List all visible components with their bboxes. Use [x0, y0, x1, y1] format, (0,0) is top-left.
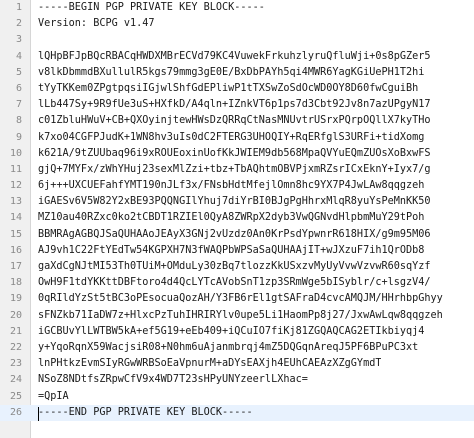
editor-line[interactable]: 9 k7xo04CGFPJudK+1WN8hv3uIs0dC2FTERG3UHOQ…	[0, 130, 474, 146]
line-number: 1	[15, 2, 22, 13]
line-number: 3	[15, 34, 22, 46]
line-number: 16	[9, 244, 22, 256]
line-text[interactable]: BBMRAgAGBQJSaQUHAAoJEAyX3GNj2vUzdz0An0Kr…	[30, 227, 431, 243]
text-cursor	[38, 407, 39, 421]
editor-line[interactable]: 24 NSoZ8NDtfsZRpwCfV9x4WD7T23sHPyUNYzeerl…	[0, 372, 474, 388]
line-text[interactable]: -----END PGP PRIVATE KEY BLOCK-----	[30, 405, 253, 421]
line-text[interactable]: sFNZkb71IaDW7z+HlxcPzTuhIHRIRYlv0upe5Li1…	[30, 308, 443, 324]
editor-line[interactable]: 25 =QpIA	[0, 389, 474, 405]
editor-line[interactable]: 4 lQHpBFJpBQcRBACqHWDXMBrECVd79KC4VuwekFr…	[0, 49, 474, 65]
editor-line[interactable]: 20 sFNZkb71IaDW7z+HlxcPzTuhIHRIRYlv0upe5L…	[0, 308, 474, 324]
editor-lines[interactable]: 1 -----BEGIN PGP PRIVATE KEY BLOCK----- 2 V…	[0, 0, 474, 421]
line-number: 7	[15, 99, 22, 111]
line-number: 11	[9, 163, 22, 175]
line-text[interactable]: lnPHtkzEvmSIyRGwWRBSoEaVpnurM+aDYsEAXjh4…	[30, 356, 381, 372]
line-number: 23	[9, 358, 22, 370]
editor-line[interactable]: 26 -----END PGP PRIVATE KEY BLOCK-----	[0, 404, 474, 421]
line-text[interactable]: iGCBUvYlLWTBW5kA+ef5G19+eEb409+iQCuIO7fi…	[30, 324, 424, 340]
editor-line[interactable]: 16 AJ9vh1C22FtYEdTw54KGPXH7N3fWAQPbWPSaSa…	[0, 243, 474, 259]
line-text[interactable]: iGAESv6V5W82Y2xBE93PQQNGIlYhuj7diYrBI0BJ…	[30, 194, 431, 210]
line-number: 18	[9, 277, 22, 289]
editor-line[interactable]: 3	[0, 32, 474, 48]
line-text[interactable]: gaXdCgNJtMI53Th0TUiM+OMduLy30zBq7tlozzKk…	[30, 259, 431, 275]
line-text[interactable]: tYyTKKem0ZPgtpqsiIGjwlShfGdEPliwP1tTXSwZ…	[30, 81, 418, 97]
line-text[interactable]: =QpIA	[30, 389, 69, 405]
line-text[interactable]: k7xo04CGFPJudK+1WN8hv3uIs0dC2FTERG3UHOQI…	[30, 130, 424, 146]
line-number: 9	[15, 131, 22, 143]
line-text[interactable]: 6j+++UXCUEFahfYMT190nJLf3x/FNsbHdtMfejlO…	[30, 178, 424, 194]
line-text[interactable]: y+YqoRqnX59WacjsiR08+N0hm6uAjanmbrqj4mZ5…	[30, 340, 418, 356]
editor-line[interactable]: 10 k621A/9tZUUbaq96i9xROUEoxinUofKkJWIEM9…	[0, 146, 474, 162]
editor-line[interactable]: 12 6j+++UXCUEFahfYMT190nJLf3x/FNsbHdtMfej…	[0, 178, 474, 194]
line-number: 19	[9, 293, 22, 305]
editor-line[interactable]: 23 lnPHtkzEvmSIyRGwWRBSoEaVpnurM+aDYsEAXj…	[0, 356, 474, 372]
line-number: 26	[9, 406, 22, 418]
line-text[interactable]: lLb447Sy+9R9fUe3uS+HXfkD/A4qln+IZnkVT6p1…	[30, 97, 431, 113]
text-editor[interactable]: 1 -----BEGIN PGP PRIVATE KEY BLOCK----- 2 V…	[0, 0, 474, 438]
line-number: 10	[9, 147, 22, 159]
line-number: 12	[9, 180, 22, 192]
editor-line[interactable]: 13 iGAESv6V5W82Y2xBE93PQQNGIlYhuj7diYrBI0…	[0, 194, 474, 210]
editor-line[interactable]: 18 OwH9F1tdYKKttDBFtoro4d4QcLYTcAVobSnT1z…	[0, 275, 474, 291]
editor-line[interactable]: 7 lLb447Sy+9R9fUe3uS+HXfkD/A4qln+IZnkVT6p…	[0, 97, 474, 113]
line-text[interactable]: OwH9F1tdYKKttDBFtoro4d4QcLYTcAVobSnT1zp3…	[30, 275, 431, 291]
line-number: 4	[15, 50, 22, 62]
line-text[interactable]: gjQ+7MYFx/zWhYHuj23sexMlZzi+tbz+TbAQhtmO…	[30, 162, 431, 178]
line-number: 6	[15, 82, 22, 94]
editor-line[interactable]: 19 0qRIldYzSt5tBC3oPEsocuaQozAH/Y3FB6rEl1…	[0, 291, 474, 307]
editor-line[interactable]: 11 gjQ+7MYFx/zWhYHuj23sexMlZzi+tbz+TbAQht…	[0, 162, 474, 178]
line-number: 24	[9, 374, 22, 386]
line-number: 15	[9, 228, 22, 240]
line-number: 22	[9, 341, 22, 353]
line-text[interactable]: AJ9vh1C22FtYEdTw54KGPXH7N3fWAQPbWPSaSaQU…	[30, 243, 424, 259]
line-text[interactable]: lQHpBFJpBQcRBACqHWDXMBrECVd79KC4VuwekFrk…	[30, 49, 431, 65]
editor-line[interactable]: 1 -----BEGIN PGP PRIVATE KEY BLOCK-----	[0, 0, 474, 16]
line-text[interactable]: MZ10au40RZxc0ko2tCBDT1RZIEl0QyA8ZWRpX2dy…	[30, 210, 424, 226]
line-text[interactable]: c01ZbluHWuV+CB+QXOyinjtewHWsDzQRRqCtNasM…	[30, 113, 431, 129]
editor-line[interactable]: 5 v8lkDbmmdBXullulR5kgs79mmg3gE0E/BxDbPAY…	[0, 65, 474, 81]
line-number: 13	[9, 196, 22, 208]
editor-line[interactable]: 2 Version: BCPG v1.47	[0, 16, 474, 32]
line-text[interactable]: 0qRIldYzSt5tBC3oPEsocuaQozAH/Y3FB6rEl1gt…	[30, 291, 443, 307]
editor-line[interactable]: 8 c01ZbluHWuV+CB+QXOyinjtewHWsDzQRRqCtNas…	[0, 113, 474, 129]
line-number: 20	[9, 309, 22, 321]
line-number: 5	[15, 66, 22, 78]
editor-line[interactable]: 15 BBMRAgAGBQJSaQUHAAoJEAyX3GNj2vUzdz0An0…	[0, 227, 474, 243]
line-text[interactable]: k621A/9tZUUbaq96i9xROUEoxinUofKkJWIEM9db…	[30, 146, 431, 162]
line-number: 8	[15, 115, 22, 127]
editor-line[interactable]: 21 iGCBUvYlLWTBW5kA+ef5G19+eEb409+iQCuIO7…	[0, 324, 474, 340]
line-number: 2	[15, 18, 22, 30]
editor-line[interactable]: 22 y+YqoRqnX59WacjsiR08+N0hm6uAjanmbrqj4m…	[0, 340, 474, 356]
line-number: 17	[9, 261, 22, 272]
editor-line[interactable]: 14 MZ10au40RZxc0ko2tCBDT1RZIEl0QyA8ZWRpX2…	[0, 210, 474, 226]
line-text[interactable]: Version: BCPG v1.47	[30, 16, 155, 32]
line-number: 14	[9, 212, 22, 224]
line-text[interactable]: v8lkDbmmdBXullulR5kgs79mmg3gE0E/BxDbPAYh…	[30, 65, 424, 81]
line-text[interactable]: NSoZ8NDtfsZRpwCfV9x4WD7T23sHPyUNYzeerlLX…	[30, 372, 308, 388]
editor-line[interactable]: 6 tYyTKKem0ZPgtpqsiIGjwlShfGdEPliwP1tTXSw…	[0, 81, 474, 97]
line-number: 25	[9, 390, 22, 402]
line-text[interactable]: -----BEGIN PGP PRIVATE KEY BLOCK-----	[30, 0, 265, 16]
line-number: 21	[9, 325, 22, 337]
editor-line[interactable]: 17 gaXdCgNJtMI53Th0TUiM+OMduLy30zBq7tlozz…	[0, 259, 474, 275]
